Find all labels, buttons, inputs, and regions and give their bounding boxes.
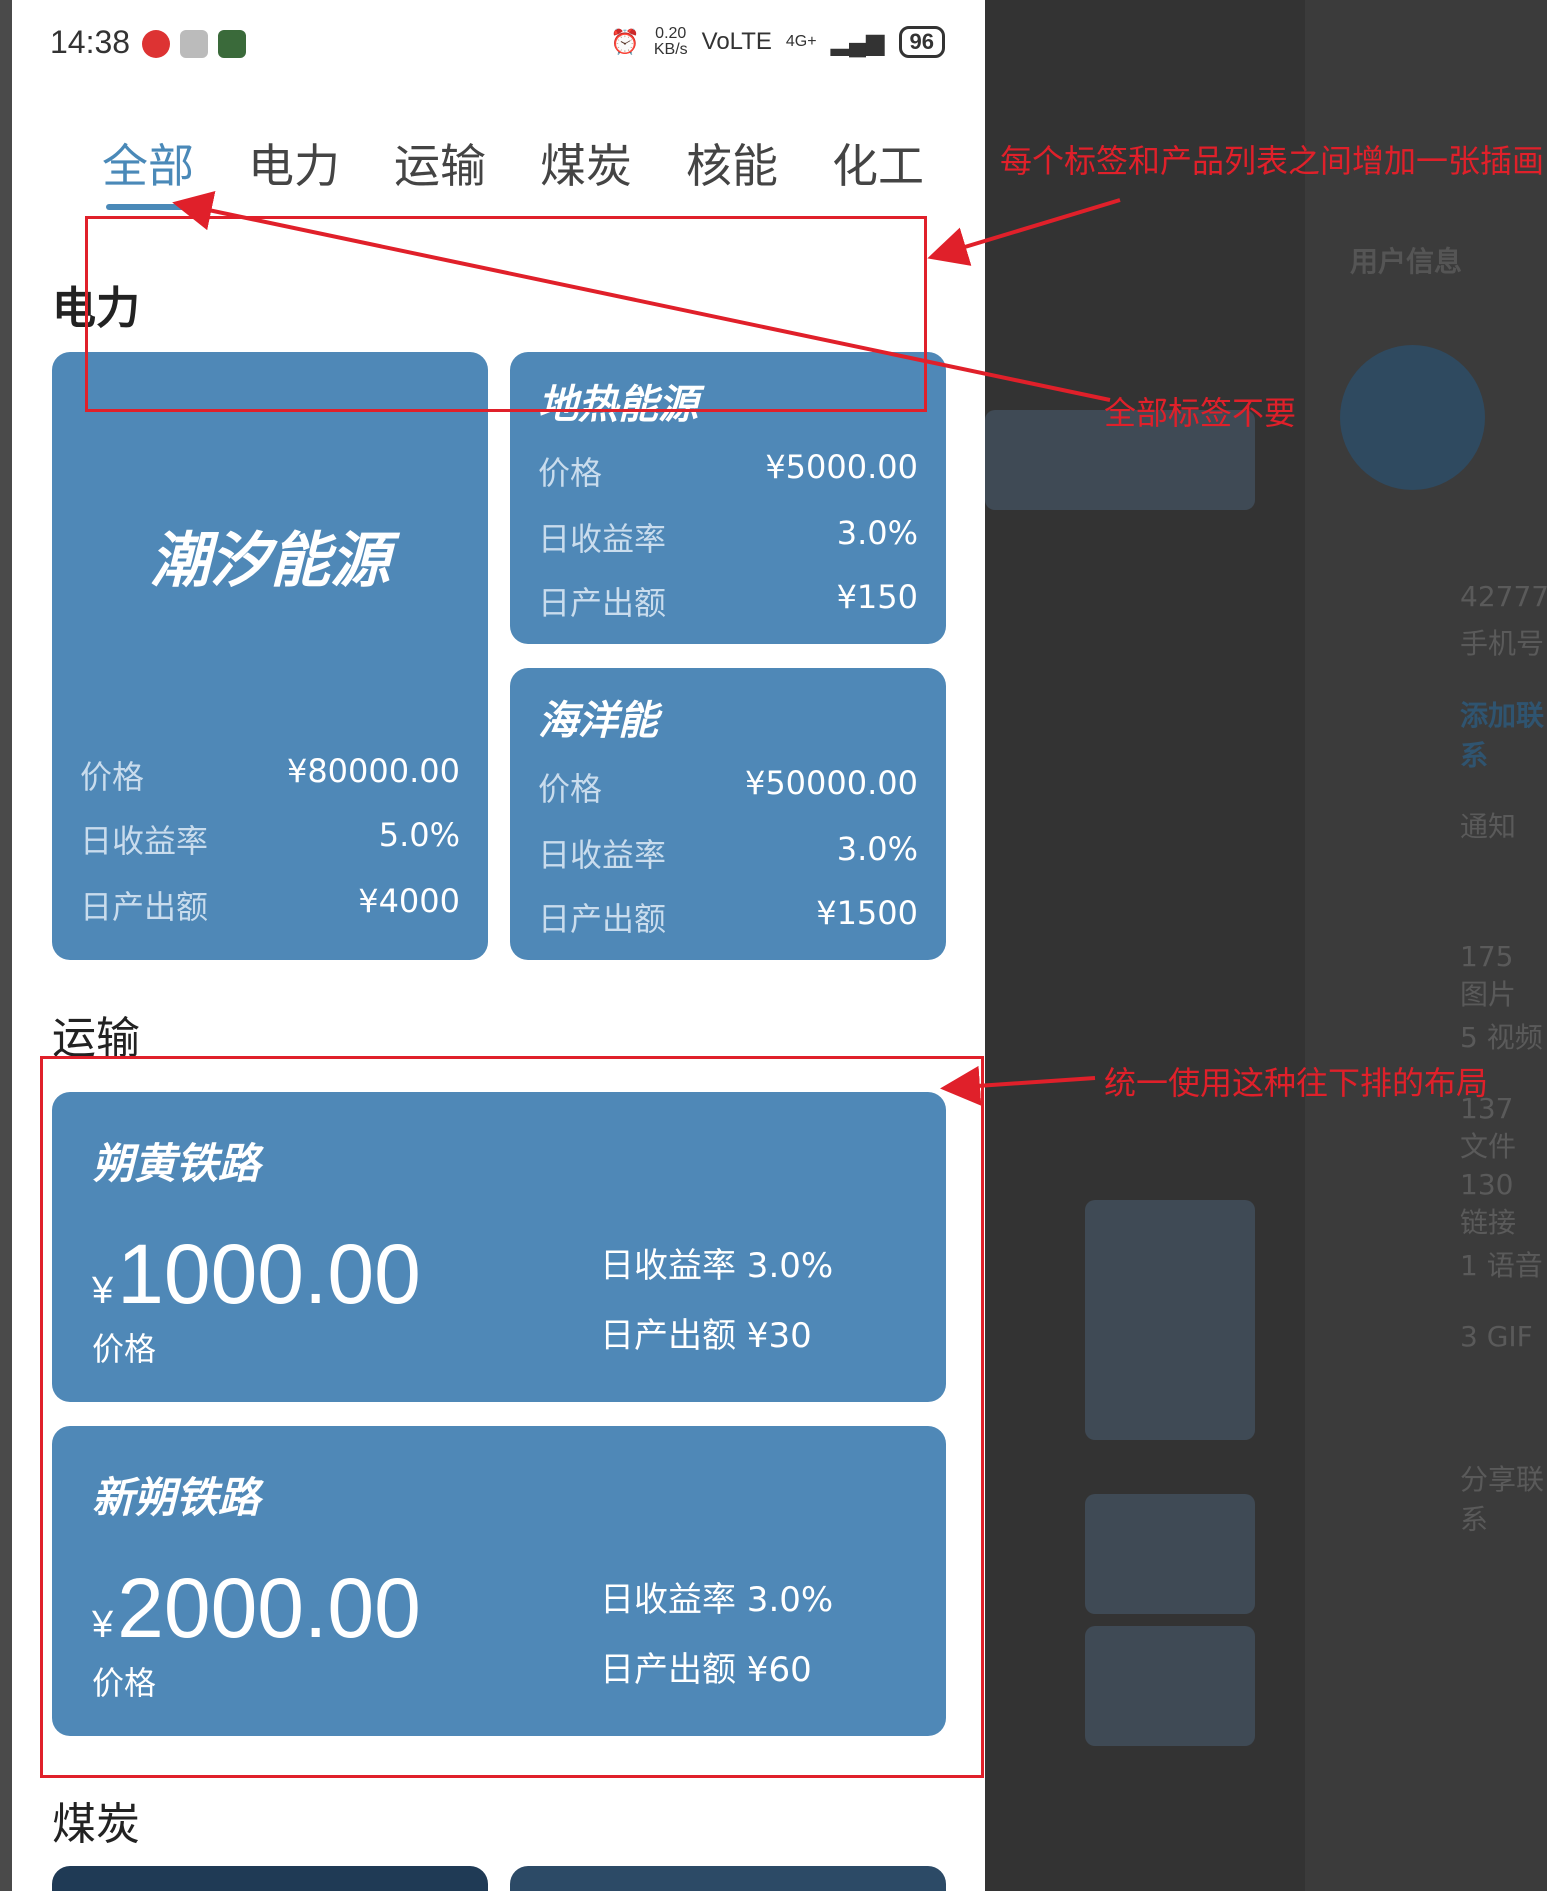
arrow-to-all-tab: [172, 191, 1111, 402]
annotation-arrows: [172, 191, 1121, 1106]
arrow-to-illustration-area: [927, 198, 1121, 266]
arrow-to-layout-box: [940, 1065, 1096, 1106]
